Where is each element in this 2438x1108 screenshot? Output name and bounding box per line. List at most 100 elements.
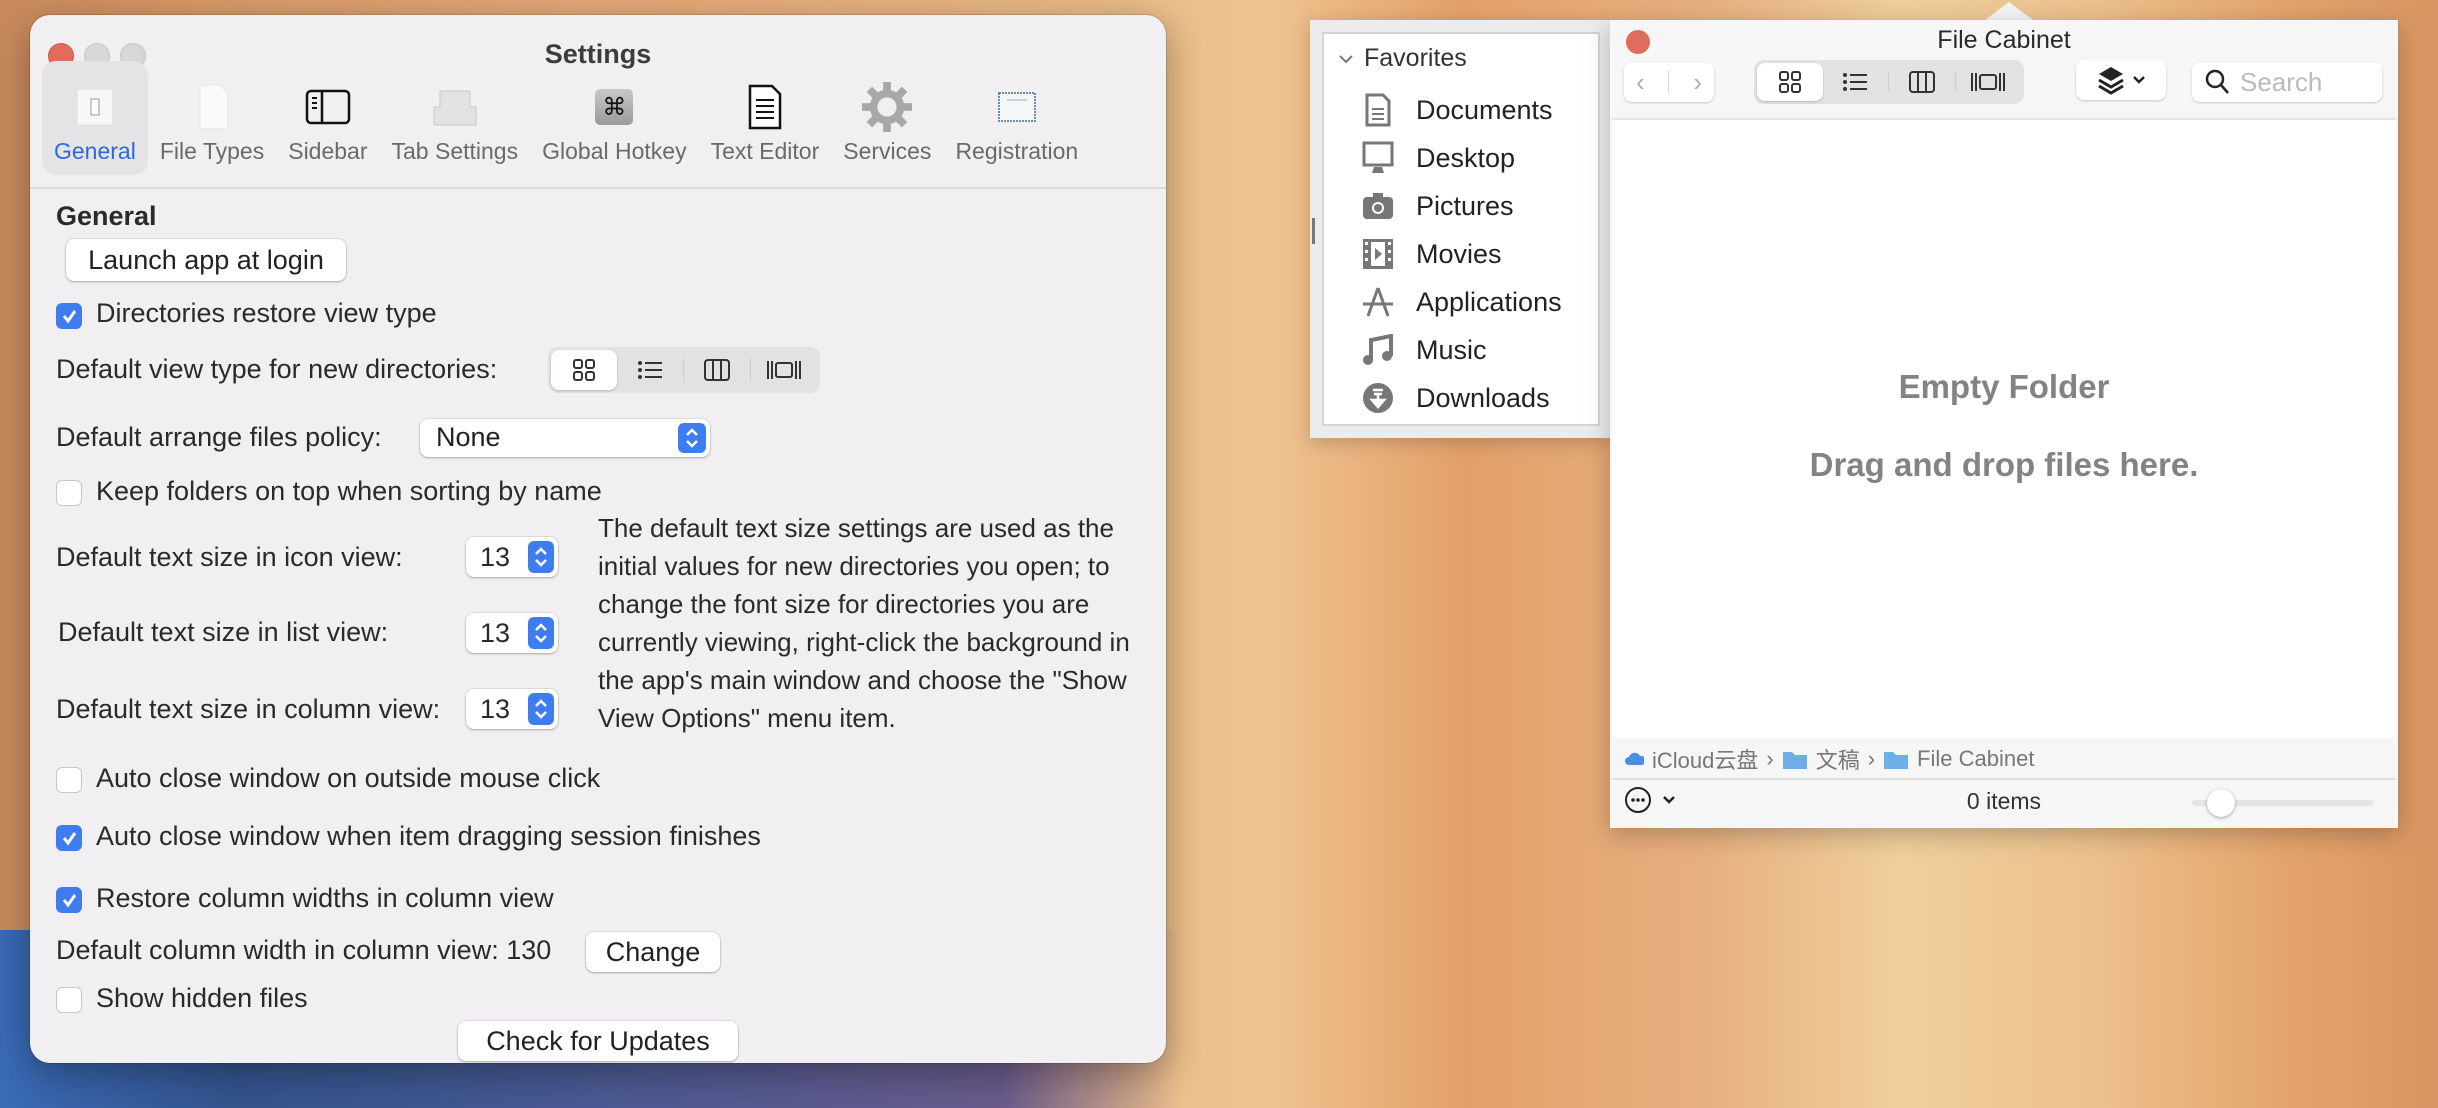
directories-restore-checkbox[interactable] bbox=[56, 303, 82, 329]
gallery-view-option[interactable] bbox=[751, 350, 817, 390]
launch-at-login-button[interactable]: Launch app at login bbox=[66, 239, 346, 281]
check-for-updates-button[interactable]: Check for Updates bbox=[458, 1021, 738, 1061]
auto-close-outside-checkbox[interactable] bbox=[56, 767, 82, 793]
sidebar-item-movies[interactable]: Movies bbox=[1360, 230, 1562, 278]
list-icon bbox=[638, 361, 662, 379]
status-bar: 0 items bbox=[1612, 780, 2396, 824]
favorites-header[interactable]: Favorites bbox=[1338, 44, 1467, 73]
search-field[interactable]: Search bbox=[2192, 62, 2382, 102]
icon-view-option[interactable] bbox=[551, 350, 617, 390]
folder-icon bbox=[1782, 752, 1807, 769]
tab-global-hotkey[interactable]: ⌘ Global Hotkey bbox=[530, 61, 698, 175]
change-button[interactable]: Change bbox=[586, 932, 720, 972]
tab-label: General bbox=[54, 138, 136, 164]
film-icon bbox=[1360, 236, 1396, 272]
tab-services[interactable]: Services bbox=[831, 61, 943, 175]
group-by-button[interactable] bbox=[2076, 60, 2166, 100]
download-icon bbox=[1360, 380, 1396, 416]
popover-arrow bbox=[1985, 2, 2033, 20]
camera-icon bbox=[1360, 188, 1396, 224]
tab-registration[interactable]: Registration bbox=[943, 61, 1090, 175]
certificate-icon bbox=[992, 82, 1042, 132]
text-size-note: The default text size settings are used … bbox=[598, 513, 1130, 733]
gallery-icon bbox=[1971, 73, 2006, 91]
arrange-policy-popup[interactable]: None bbox=[420, 419, 710, 457]
path-separator: › bbox=[1867, 746, 1876, 771]
tab-label: Registration bbox=[955, 138, 1079, 164]
auto-close-drag-checkbox[interactable] bbox=[56, 825, 82, 851]
icon-size-slider[interactable] bbox=[2192, 789, 2374, 817]
favorites-sidebar-panel: Favorites Documents Desktop Pictures Mov… bbox=[1310, 20, 1610, 438]
stepper-arrows-icon[interactable] bbox=[528, 617, 554, 649]
auto-close-outside-label: Auto close window on outside mouse click bbox=[96, 763, 601, 793]
keep-folders-checkbox[interactable] bbox=[56, 480, 82, 506]
text-size-column-stepper[interactable]: 13 bbox=[466, 689, 558, 729]
path-separator: › bbox=[1766, 746, 1774, 771]
file-browser-area[interactable]: Empty Folder Drag and drop files here. bbox=[1612, 118, 2396, 738]
list-view-option[interactable] bbox=[1823, 63, 1889, 101]
tab-sidebar[interactable]: Sidebar bbox=[276, 61, 379, 175]
sidebar-item-documents[interactable]: Documents bbox=[1360, 86, 1562, 134]
path-label: 文稿 bbox=[1815, 748, 1860, 773]
list-icon bbox=[1843, 73, 1868, 91]
updown-arrows-icon bbox=[678, 423, 706, 453]
tab-text-editor[interactable]: Text Editor bbox=[699, 61, 832, 175]
sidebar-item-applications[interactable]: Applications bbox=[1360, 278, 1562, 326]
icon-view-option[interactable] bbox=[1757, 63, 1823, 101]
stepper-arrows-icon[interactable] bbox=[528, 693, 554, 725]
keep-folders-label: Keep folders on top when sorting by name bbox=[96, 476, 602, 506]
window-title: File Cabinet bbox=[1937, 26, 2071, 54]
directories-restore-label: Directories restore view type bbox=[96, 298, 437, 328]
nav-divider bbox=[1668, 70, 1670, 94]
path-segment-documents[interactable]: 文稿 bbox=[1782, 743, 1860, 775]
path-bar: iCloud云盘 › 文稿 › File Cabinet bbox=[1612, 740, 2396, 780]
tab-icon bbox=[430, 82, 480, 132]
checkmark-icon bbox=[62, 894, 77, 908]
path-segment-icloud[interactable]: iCloud云盘 bbox=[1624, 743, 1758, 775]
stepper-value: 13 bbox=[480, 618, 511, 648]
text-size-icon-stepper[interactable]: 13 bbox=[466, 537, 558, 577]
favorites-label: Favorites bbox=[1364, 44, 1467, 72]
sidebar-item-pictures[interactable]: Pictures bbox=[1360, 182, 1562, 230]
command-key-icon: ⌘ bbox=[589, 82, 639, 132]
music-note-icon bbox=[1360, 332, 1396, 368]
forward-button[interactable]: › bbox=[1693, 67, 1702, 98]
text-size-list-stepper[interactable]: 13 bbox=[466, 613, 558, 653]
restore-column-widths-checkbox[interactable] bbox=[56, 887, 82, 913]
sidebar-icon bbox=[303, 82, 353, 132]
back-button[interactable]: ‹ bbox=[1636, 67, 1645, 98]
settings-toolbar: General File Types Sidebar Tab Settings … bbox=[42, 61, 1154, 175]
general-pane: General Launch app at login Directories … bbox=[56, 187, 1140, 1063]
empty-folder-title: Empty Folder bbox=[1898, 368, 2110, 405]
default-view-label: Default view type for new directories: bbox=[56, 354, 498, 384]
gallery-view-option[interactable] bbox=[1956, 63, 2022, 101]
tab-general[interactable]: General bbox=[42, 61, 148, 175]
list-view-option[interactable] bbox=[617, 350, 683, 390]
column-view-option[interactable] bbox=[1889, 63, 1955, 101]
tab-tab-settings[interactable]: Tab Settings bbox=[380, 61, 531, 175]
grid-icon bbox=[1778, 71, 1801, 93]
show-hidden-checkbox[interactable] bbox=[56, 987, 82, 1013]
checkmark-icon bbox=[62, 310, 77, 324]
navigation-buttons: ‹ › bbox=[1624, 62, 1714, 102]
favorites-list-container: Favorites Documents Desktop Pictures Mov… bbox=[1322, 32, 1600, 426]
sidebar-item-music[interactable]: Music bbox=[1360, 326, 1562, 374]
sidebar-item-downloads[interactable]: Downloads bbox=[1360, 374, 1562, 422]
file-cabinet-window: File Cabinet ‹ › Search Empty Folder Dra… bbox=[1610, 20, 2398, 828]
tab-file-types[interactable]: File Types bbox=[148, 61, 276, 175]
view-mode-segmented-control bbox=[1754, 60, 2024, 104]
file-icon bbox=[187, 82, 237, 132]
column-view-option[interactable] bbox=[684, 350, 750, 390]
sidebar-item-label: Applications bbox=[1416, 286, 1562, 317]
resize-handle[interactable] bbox=[1312, 218, 1315, 244]
stepper-arrows-icon[interactable] bbox=[528, 541, 554, 573]
favorites-list: Documents Desktop Pictures Movies Applic… bbox=[1360, 86, 1562, 422]
tab-label: Global Hotkey bbox=[542, 138, 687, 164]
sidebar-item-desktop[interactable]: Desktop bbox=[1360, 134, 1562, 182]
tab-label: Tab Settings bbox=[391, 138, 519, 164]
search-placeholder: Search bbox=[2240, 66, 2323, 97]
empty-folder-hint: Drag and drop files here. bbox=[1809, 446, 2199, 483]
path-segment-file-cabinet[interactable]: File Cabinet bbox=[1883, 746, 2034, 772]
sidebar-item-label: Desktop bbox=[1416, 142, 1516, 173]
stepper-value: 13 bbox=[480, 694, 511, 724]
